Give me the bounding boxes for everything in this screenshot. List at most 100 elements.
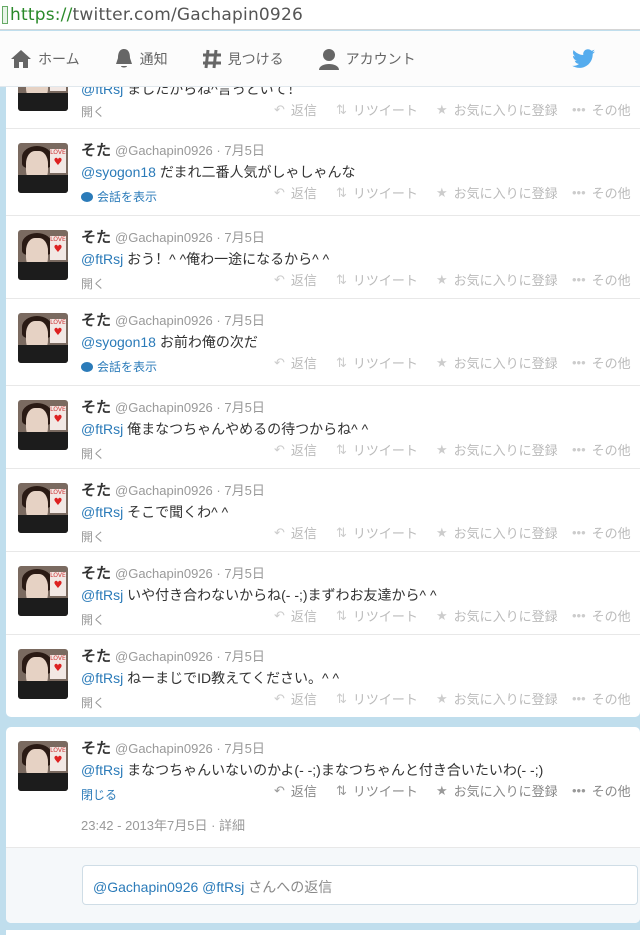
retweet-button[interactable]: ⇅ リツイート — [336, 689, 436, 708]
user-handle[interactable]: @Gachapin0926 — [115, 400, 213, 415]
nav-account[interactable]: アカウント — [318, 48, 416, 70]
user-handle[interactable]: @Gachapin0926 — [115, 143, 213, 158]
tweet-date[interactable]: · 7月5日 — [216, 230, 264, 245]
mention-link[interactable]: @ftRsj — [81, 251, 123, 267]
favorite-button[interactable]: ★ お気に入りに登録 — [436, 606, 572, 625]
favorite-button[interactable]: ★ お気に入りに登録 — [436, 270, 572, 289]
avatar[interactable]: LOVE♥ — [18, 483, 68, 533]
user-name[interactable]: そた — [81, 740, 111, 757]
mention-link[interactable]: @ftRsj — [81, 87, 123, 97]
user-name[interactable]: そた — [81, 482, 111, 499]
tweet-date[interactable]: · 7月5日 — [216, 741, 264, 756]
tweet-date[interactable]: · 7月5日 — [216, 483, 264, 498]
more-button[interactable]: ••• その他 — [572, 689, 640, 708]
user-name[interactable]: そた — [81, 312, 111, 329]
favorite-button[interactable]: ★ お気に入りに登録 — [436, 523, 572, 542]
details-link[interactable]: · 詳細 — [211, 818, 245, 833]
more-button[interactable]: ••• その他 — [572, 183, 640, 202]
tweet-item[interactable]: LOVE♥ @ftRsj ましたからね^言っといて！ 開く ↶返信 ⇅リツイート… — [6, 87, 640, 129]
favorite-button[interactable]: ★ お気に入りに登録 — [436, 440, 572, 459]
reply-button[interactable]: ↶ 返信 — [274, 440, 336, 459]
avatar[interactable]: LOVE♥ — [18, 649, 68, 699]
more-button[interactable]: ••• その他 — [572, 100, 640, 119]
tweet-item[interactable]: LOVE ♥ そた @Gachapin0926 · 7月5日 @ftRsj そこで聞… — [6, 469, 640, 552]
more-button[interactable]: ••• その他 — [572, 781, 640, 800]
mention-link[interactable]: @ftRsj — [81, 762, 123, 778]
retweet-button[interactable]: ⇅ リツイート — [336, 606, 436, 625]
mention-link[interactable]: @syogon18 — [81, 334, 156, 350]
user-handle[interactable]: @Gachapin0926 — [115, 566, 213, 581]
avatar[interactable]: LOVE♥ — [18, 741, 68, 791]
retweet-button[interactable]: ⇅ リツイート — [336, 100, 436, 119]
mention-link[interactable]: @ftRsj — [81, 504, 123, 520]
reply-button[interactable]: ↶ 返信 — [274, 781, 336, 800]
tweet-item[interactable]: LOVE ♥ そた @Gachapin0926 · 7月5日 @ftRsj 俺まなつ… — [6, 386, 640, 469]
more-button[interactable]: ••• その他 — [572, 270, 640, 289]
more-button[interactable]: ••• その他 — [572, 440, 640, 459]
mention-link[interactable]: @ftRsj — [81, 421, 123, 437]
user-handle[interactable]: @Gachapin0926 — [115, 230, 213, 245]
tweet-item[interactable]: LOVE ♥ そた @Gachapin0926 · 7月5日 @ftRsj ねーまじ… — [6, 635, 640, 717]
user-name[interactable]: そた — [81, 399, 111, 416]
favorite-button[interactable]: ★ お気に入りに登録 — [436, 183, 572, 202]
user-name[interactable]: そた — [81, 565, 111, 582]
user-handle[interactable]: @Gachapin0926 — [115, 649, 213, 664]
avatar[interactable]: LOVE♥ — [18, 400, 68, 450]
nav-discover[interactable]: 見つける — [202, 49, 284, 69]
tweet-date[interactable]: · 7月5日 — [216, 400, 264, 415]
favorite-button[interactable]: ★ お気に入りに登録 — [436, 100, 572, 119]
nav-home[interactable]: ホーム — [10, 49, 80, 69]
reply-button[interactable]: ↶ 返信 — [274, 100, 336, 119]
tweet-date[interactable]: · 7月5日 — [216, 143, 264, 158]
favorite-button[interactable]: ★ お気に入りに登録 — [436, 353, 572, 372]
tweet-date[interactable]: · 7月5日 — [216, 649, 264, 664]
tweet-item[interactable]: LOVE ♥ そた @Gachapin0926 · 7月5日 @ftRsj おう！^… — [6, 216, 640, 299]
tweet-item[interactable]: LOVE ♥ そた @Gachapin0926 · 7月5日 @ftRsj いや付き… — [6, 552, 640, 635]
avatar[interactable]: LOVE♥ — [18, 87, 68, 111]
twitter-bird-icon[interactable] — [572, 49, 596, 72]
browser-url-bar[interactable]: https://twitter.com/Gachapin0926 — [0, 0, 640, 30]
reply-button[interactable]: ↶ 返信 — [274, 353, 336, 372]
retweet-button[interactable]: ⇅ リツイート — [336, 270, 436, 289]
reply-button[interactable]: ↶ 返信 — [274, 523, 336, 542]
user-handle[interactable]: @Gachapin0926 — [115, 741, 213, 756]
nav-notifications[interactable]: 通知 — [114, 48, 168, 70]
more-button[interactable]: ••• その他 — [572, 523, 640, 542]
user-name[interactable]: そた — [81, 142, 111, 159]
user-handle[interactable]: @Gachapin0926 — [115, 313, 213, 328]
user-name[interactable]: そた — [81, 229, 111, 246]
site-identity-icon[interactable] — [2, 5, 8, 24]
mention-link[interactable]: @syogon18 — [81, 164, 156, 180]
retweet-button[interactable]: ⇅ リツイート — [336, 440, 436, 459]
reply-input[interactable]: @Gachapin0926 @ftRsj さんへの返信 — [82, 865, 638, 905]
reply-button[interactable]: ↶ 返信 — [274, 606, 336, 625]
avatar[interactable]: LOVE♥ — [18, 143, 68, 193]
user-handle[interactable]: @Gachapin0926 — [115, 483, 213, 498]
tweet-item[interactable]: LOVE ♥ そた @Gachapin0926 · 7月5日 @syogon18 だ… — [6, 129, 640, 216]
tweet-date[interactable]: · 7月5日 — [216, 566, 264, 581]
tweet-item[interactable]: LOVE ♥ そた @Gachapin0926 · 7月5日 @syogon18 お… — [6, 299, 640, 386]
mention-link[interactable]: @ftRsj — [81, 587, 123, 603]
reply-button[interactable]: ↶ 返信 — [274, 270, 336, 289]
favorite-button[interactable]: ★ お気に入りに登録 — [436, 689, 572, 708]
favorite-button[interactable]: ★ お気に入りに登録 — [436, 781, 572, 800]
expanded-tweet[interactable]: LOVE ♥ そた @Gachapin0926 · 7月5日 @ftRsj まなつち… — [6, 727, 640, 923]
avatar[interactable]: LOVE♥ — [18, 313, 68, 363]
view-conversation-link[interactable]: 会話を表示 — [81, 358, 265, 375]
tweet-date[interactable]: · 7月5日 — [216, 313, 264, 328]
more-button[interactable]: ••• その他 — [572, 606, 640, 625]
user-name[interactable]: そた — [81, 648, 111, 665]
retweet-button[interactable]: ⇅ リツイート — [336, 183, 436, 202]
reply-button[interactable]: ↶ 返信 — [274, 689, 336, 708]
avatar[interactable]: LOVE♥ — [18, 566, 68, 616]
mention-link[interactable]: @ftRsj — [81, 670, 123, 686]
url-text[interactable]: https://twitter.com/Gachapin0926 — [10, 5, 303, 25]
more-button[interactable]: ••• その他 — [572, 353, 640, 372]
retweet-button[interactable]: ⇅ リツイート — [336, 781, 436, 800]
reply-button[interactable]: ↶ 返信 — [274, 183, 336, 202]
retweet-button[interactable]: ⇅ リツイート — [336, 353, 436, 372]
expand-link[interactable]: 開く — [81, 103, 301, 120]
expand-link[interactable]: 開く — [81, 528, 265, 545]
avatar[interactable]: LOVE♥ — [18, 230, 68, 280]
retweet-button[interactable]: ⇅ リツイート — [336, 523, 436, 542]
